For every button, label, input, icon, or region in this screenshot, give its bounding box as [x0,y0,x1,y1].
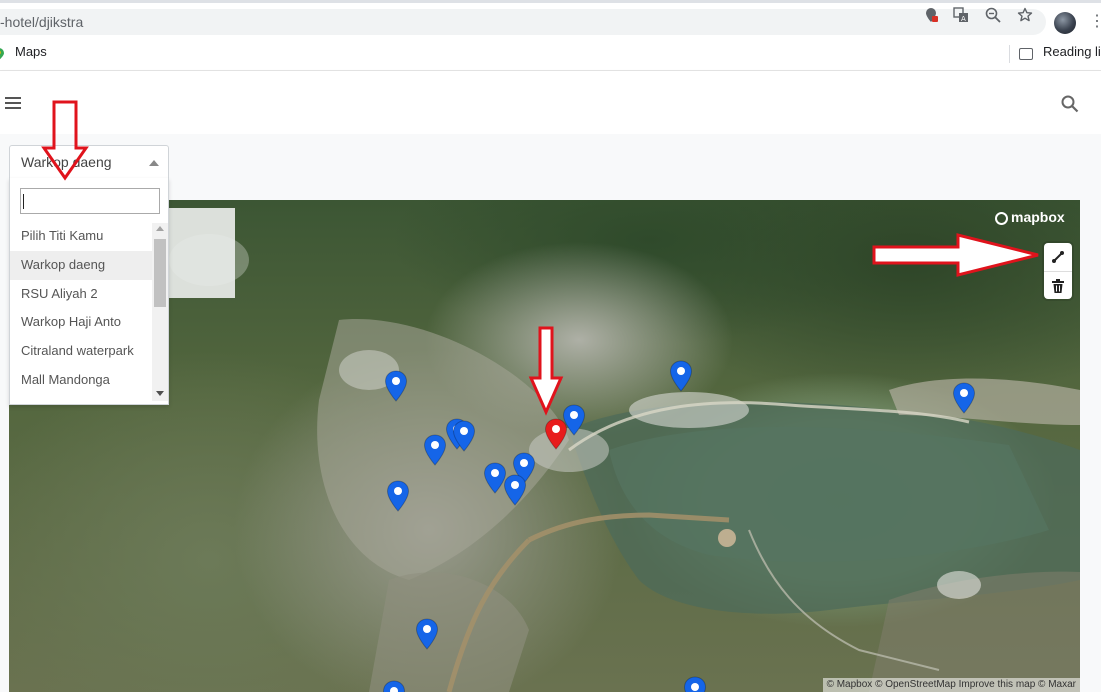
selected-location: Warkop daeng [21,154,112,170]
option-list: Pilih Titi Kamu Warkop daeng RSU Aliyah … [10,222,152,402]
location-blocked-icon[interactable] [922,7,940,25]
option-item[interactable]: Pilih Titi Kamu [10,222,152,251]
draw-controls [1044,243,1072,299]
location-select[interactable]: Warkop daeng [9,145,169,179]
selected-map-marker[interactable] [544,418,568,450]
option-item[interactable]: Warkop Haji Anto [10,308,152,337]
hamburger-icon[interactable] [5,97,21,109]
map-marker[interactable] [423,434,447,466]
map-marker[interactable] [382,680,406,692]
app-header [0,71,1101,134]
profile-avatar[interactable] [1054,12,1076,34]
map-marker[interactable] [503,474,527,506]
location-dropdown: Pilih Titi Kamu Warkop daeng RSU Aliyah … [9,178,169,405]
scroll-down-icon[interactable] [156,391,164,396]
address-bar[interactable]: -hotel/djikstra [0,9,1046,35]
bookmark-separator [1009,45,1010,63]
map-overlay-panel [169,208,235,298]
option-item-selected[interactable]: Warkop daeng [10,250,152,280]
map-attribution[interactable]: © Mapbox © OpenStreetMap Improve this ma… [822,678,1080,692]
map-marker[interactable] [384,370,408,402]
map-view[interactable]: mapbox © Mapbox © OpenStreetMap Improve … [9,200,1080,692]
option-item[interactable]: RSU Aliyah 2 [10,280,152,309]
star-icon[interactable] [1016,7,1034,25]
caret-up-icon [149,160,159,166]
reading-list-icon [1019,48,1033,60]
map-marker[interactable] [669,360,693,392]
more-icon[interactable]: ⋮ [1089,12,1101,32]
zoom-out-icon[interactable] [984,7,1002,25]
dropdown-scrollbar[interactable] [152,223,168,401]
reading-list-button[interactable]: Reading lis [1043,44,1101,59]
svg-text:A: A [961,15,966,23]
text-cursor [23,194,24,209]
map-marker[interactable] [415,618,439,650]
browser-toolbar: -hotel/djikstra A ⋮ [0,0,1101,38]
map-marker[interactable] [386,480,410,512]
line-draw-icon[interactable] [1044,243,1072,271]
search-icon[interactable] [1060,94,1080,114]
map-marker[interactable] [952,382,976,414]
mapbox-logo[interactable]: mapbox [995,209,1065,225]
dropdown-search-input[interactable] [20,188,160,214]
option-item[interactable]: Mall Mandonga [10,366,152,395]
map-marker[interactable] [452,420,476,452]
translate-icon[interactable]: A [952,7,970,25]
scroll-thumb[interactable] [154,239,166,307]
option-item[interactable]: Citraland waterpark [10,337,152,366]
bookmarks-bar: Maps Reading lis [0,38,1101,71]
url-text: -hotel/djikstra [0,14,84,30]
bookmark-maps[interactable]: Maps [15,44,47,59]
trash-icon[interactable] [1044,271,1072,300]
map-marker[interactable] [683,676,707,692]
maps-icon [0,48,4,60]
scroll-up-icon[interactable] [156,226,164,231]
